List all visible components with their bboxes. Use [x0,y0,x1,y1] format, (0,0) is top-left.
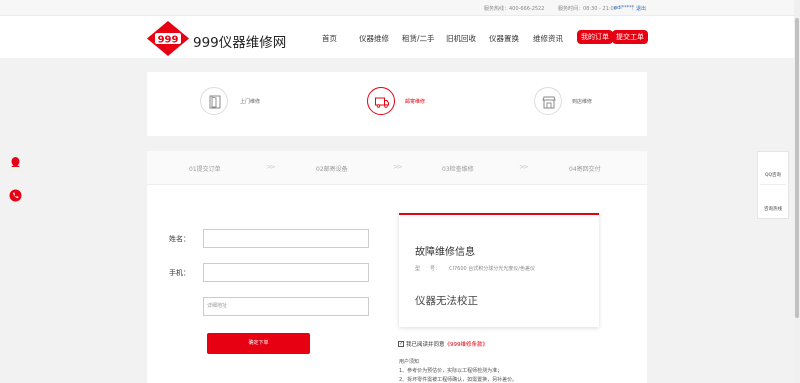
phone-input[interactable] [203,263,369,282]
model-label: 型 号： [415,266,441,272]
phone-icon[interactable] [9,189,22,202]
nav-repair[interactable]: 仪器维修 [359,33,389,44]
logout-link[interactable]: 退出 [636,5,646,12]
service-mail-button[interactable] [367,87,395,115]
step-4: 04寄回交付 [569,166,601,173]
hotline-label[interactable]: 咨询热线 [757,206,789,212]
terms-link[interactable]: 《999维修条款》 [445,342,489,348]
step-3: 03检查维修 [442,166,474,173]
qq-icon[interactable] [9,156,22,169]
fault-description: 仪器无法校正 [415,295,478,307]
logo-mark-text: 999 [158,35,179,46]
sidebar-divider [760,184,786,185]
step-2: 02邮寄设备 [316,166,348,173]
notice-item: 1、参考价为预估价，实际以工程师检测为准； [399,368,503,374]
service-hours: 服务时间：08:30 - 21:00 [558,6,617,12]
nav-rental[interactable]: 租赁/二手 [402,33,435,44]
service-hotline: 服务热线：400-666-2522 [484,6,545,12]
service-onsite-label: 上门维修 [240,99,261,105]
chevron-right-icon: >> [266,163,276,171]
name-input[interactable] [203,229,369,248]
nav-home[interactable]: 首页 [322,33,337,44]
chevron-right-icon: >> [519,163,529,171]
door-icon [209,95,221,109]
phone-label: 手机： [169,269,190,277]
scrollbar-thumb[interactable] [795,18,799,318]
nav-news[interactable]: 维修资讯 [533,33,563,44]
nav-exchange[interactable]: 仪器置换 [489,33,519,44]
top-info-bar: 服务热线：400-666-2522 服务时间：08:30 - 21:00 edi… [0,0,800,16]
address-input[interactable]: 详细地址 [203,297,369,316]
place-order-button[interactable]: 确定下单 [207,333,310,354]
notice-title: 用户须知 [399,359,420,365]
name-label: 姓名： [169,235,190,243]
site-header: 999 999仪器维修网 首页 仪器维修 租赁/二手 旧机回收 仪器置换 维修资… [0,16,800,58]
notice-item: 2、拆坏零件需被工程师确认，如需置换，另补差价。 [399,377,518,383]
my-orders-button[interactable]: 我的订单 [577,30,613,44]
logo-icon[interactable]: 999 [146,20,190,57]
service-mail-label: 邮寄维修 [405,99,426,105]
model-value: CI7600 台式积分球分光光度仪/色差仪 [449,266,535,272]
nav-recycle[interactable]: 旧机回收 [446,33,476,44]
truck-icon [375,97,389,108]
submit-ticket-button[interactable]: 提交工单 [612,30,648,44]
service-onsite-button[interactable] [200,87,228,115]
site-title[interactable]: 999仪器维修网 [193,31,286,51]
service-store-label: 到店维修 [572,99,593,105]
qq-consult-label[interactable]: QQ咨询 [757,172,789,178]
chevron-right-icon: >> [393,163,403,171]
agreement-label: 我已阅读并同意 [406,342,445,348]
agreement-text: 我已阅读并同意《999维修条款》 [406,340,488,348]
fault-info-title: 故障维修信息 [415,247,475,258]
shop-icon [542,96,556,109]
separator: | [632,5,634,11]
step-1: 01提交订单 [189,166,221,173]
agreement-checkbox[interactable]: ✓ [398,341,404,347]
service-store-button[interactable] [534,87,562,115]
